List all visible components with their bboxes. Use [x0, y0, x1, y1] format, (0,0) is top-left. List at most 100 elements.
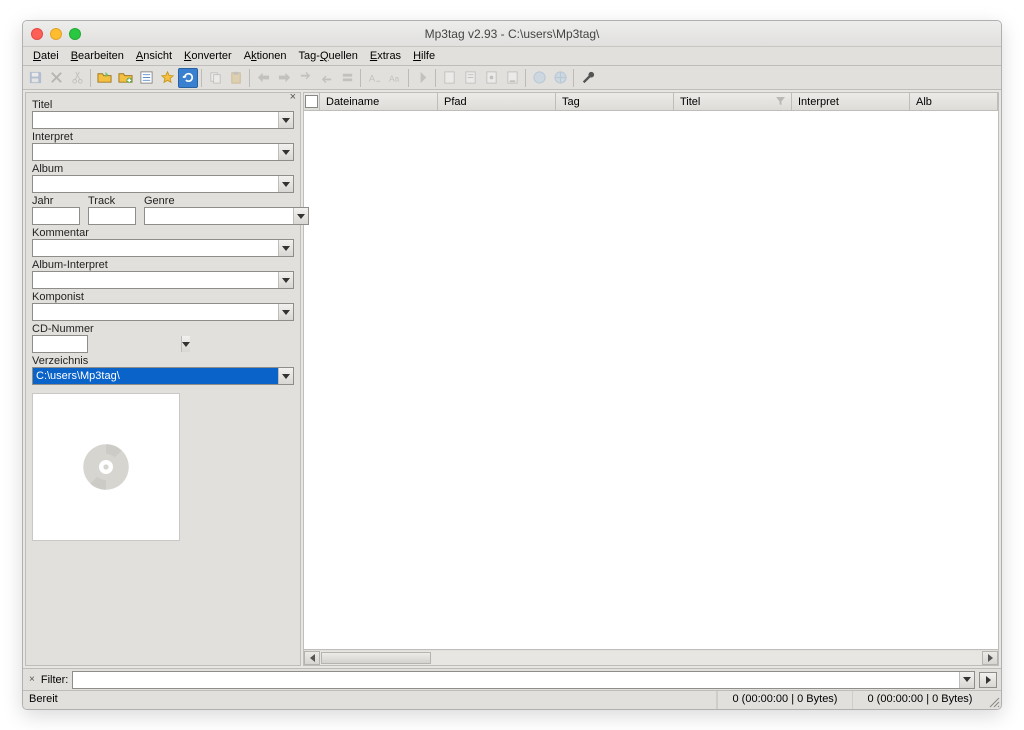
panel-close-button[interactable]: ×: [288, 91, 298, 103]
close-window-button[interactable]: [31, 28, 43, 40]
genre-label: Genre: [144, 195, 309, 207]
filter-go-button[interactable]: [979, 672, 997, 688]
jahr-label: Jahr: [32, 195, 80, 207]
cdnummer-label: CD-Nummer: [32, 323, 294, 335]
column-checkbox[interactable]: [304, 93, 320, 110]
cut-icon[interactable]: [67, 68, 87, 88]
chevron-down-icon[interactable]: [278, 112, 293, 128]
kommentar-label: Kommentar: [32, 227, 294, 239]
disc-icon: [78, 439, 134, 495]
menu-ansicht[interactable]: Ansicht: [130, 49, 178, 63]
scroll-thumb[interactable]: [321, 652, 431, 664]
scroll-right-button[interactable]: [982, 651, 998, 665]
case-icon[interactable]: Aa: [385, 68, 405, 88]
scroll-left-button[interactable]: [304, 651, 320, 665]
status-ready: Bereit: [23, 691, 717, 709]
script-icon-2[interactable]: [460, 68, 480, 88]
copy-icon[interactable]: [205, 68, 225, 88]
convert-icon-3[interactable]: [337, 68, 357, 88]
komponist-label: Komponist: [32, 291, 294, 303]
filename-to-tag-icon[interactable]: [274, 68, 294, 88]
file-list: Dateiname Pfad Tag Titel Interpret Alb: [303, 92, 999, 666]
column-tag[interactable]: Tag: [556, 93, 674, 110]
filter-bar: × Filter:: [23, 668, 1001, 690]
kommentar-field[interactable]: [32, 239, 294, 257]
column-album[interactable]: Alb: [910, 93, 998, 110]
interpret-field[interactable]: [32, 143, 294, 161]
genre-field[interactable]: [144, 207, 309, 225]
menu-datei[interactable]: Datei: [27, 49, 65, 63]
delete-icon[interactable]: [46, 68, 66, 88]
chevron-down-icon[interactable]: [278, 304, 293, 320]
refresh-icon[interactable]: [178, 68, 198, 88]
column-dateiname[interactable]: Dateiname: [320, 93, 438, 110]
album-field[interactable]: [32, 175, 294, 193]
menu-konverter[interactable]: Konverter: [178, 49, 238, 63]
albuminterpret-label: Album-Interpret: [32, 259, 294, 271]
albuminterpret-field[interactable]: [32, 271, 294, 289]
menu-aktionen[interactable]: Aktionen: [238, 49, 293, 63]
playlist-icon[interactable]: [136, 68, 156, 88]
album-label: Album: [32, 163, 294, 175]
track-field[interactable]: [88, 207, 136, 225]
menu-hilfe[interactable]: Hilfe: [407, 49, 441, 63]
titel-label: Titel: [32, 99, 294, 111]
minimize-window-button[interactable]: [50, 28, 62, 40]
menu-bearbeiten[interactable]: Bearbeiten: [65, 49, 130, 63]
titel-field[interactable]: [32, 111, 294, 129]
column-pfad[interactable]: Pfad: [438, 93, 556, 110]
script-icon-1[interactable]: [439, 68, 459, 88]
web-icon-2[interactable]: [550, 68, 570, 88]
komponist-field[interactable]: [32, 303, 294, 321]
cdnummer-field[interactable]: [32, 335, 88, 353]
filter-close-button[interactable]: ×: [27, 674, 37, 685]
status-metric-selected: 0 (00:00:00 | 0 Bytes): [717, 691, 852, 709]
chevron-down-icon[interactable]: [278, 272, 293, 288]
action-icon[interactable]: [412, 68, 432, 88]
chevron-down-icon[interactable]: [278, 144, 293, 160]
resize-grip-icon[interactable]: [987, 691, 1001, 709]
toolbar: A Aa: [23, 66, 1001, 90]
script-icon-3[interactable]: [481, 68, 501, 88]
tag-panel: × Titel Interpret Album Jahr Track: [25, 92, 301, 666]
column-titel[interactable]: Titel: [674, 93, 792, 110]
save-icon[interactable]: [25, 68, 45, 88]
cover-art-placeholder[interactable]: [32, 393, 180, 541]
tools-icon[interactable]: [577, 68, 597, 88]
titlebar: Mp3tag v2.93 - C:\users\Mp3tag\: [23, 21, 1001, 47]
jahr-field[interactable]: [32, 207, 80, 225]
folder-add-icon[interactable]: [115, 68, 135, 88]
file-list-body[interactable]: [304, 111, 998, 649]
scroll-track[interactable]: [320, 651, 982, 665]
filter-field[interactable]: [72, 671, 975, 689]
maximize-window-button[interactable]: [69, 28, 81, 40]
web-icon-1[interactable]: [529, 68, 549, 88]
folder-open-icon[interactable]: [94, 68, 114, 88]
column-headers: Dateiname Pfad Tag Titel Interpret Alb: [304, 93, 998, 111]
convert-icon-2[interactable]: [316, 68, 336, 88]
chevron-down-icon[interactable]: [293, 208, 308, 224]
chevron-down-icon[interactable]: [278, 368, 293, 384]
verzeichnis-field[interactable]: [32, 367, 294, 385]
body: × Titel Interpret Album Jahr Track: [23, 90, 1001, 668]
paste-icon[interactable]: [226, 68, 246, 88]
autonumber-icon[interactable]: A: [364, 68, 384, 88]
tag-to-filename-icon[interactable]: [253, 68, 273, 88]
script-icon-4[interactable]: [502, 68, 522, 88]
convert-icon-1[interactable]: [295, 68, 315, 88]
statusbar: Bereit 0 (00:00:00 | 0 Bytes) 0 (00:00:0…: [23, 690, 1001, 709]
chevron-down-icon[interactable]: [959, 672, 974, 688]
chevron-down-icon[interactable]: [278, 240, 293, 256]
chevron-down-icon[interactable]: [181, 336, 190, 352]
column-interpret[interactable]: Interpret: [792, 93, 910, 110]
horizontal-scrollbar[interactable]: [304, 649, 998, 665]
app-window: Mp3tag v2.93 - C:\users\Mp3tag\ Datei Be…: [22, 20, 1002, 710]
svg-text:Aa: Aa: [388, 73, 399, 83]
menu-extras[interactable]: Extras: [364, 49, 407, 63]
filter-label: Filter:: [41, 674, 69, 686]
window-title: Mp3tag v2.93 - C:\users\Mp3tag\: [23, 27, 1001, 41]
chevron-down-icon[interactable]: [278, 176, 293, 192]
favorite-icon[interactable]: [157, 68, 177, 88]
verzeichnis-label: Verzeichnis: [32, 355, 294, 367]
menu-tag-quellen[interactable]: Tag-Quellen: [293, 49, 364, 63]
